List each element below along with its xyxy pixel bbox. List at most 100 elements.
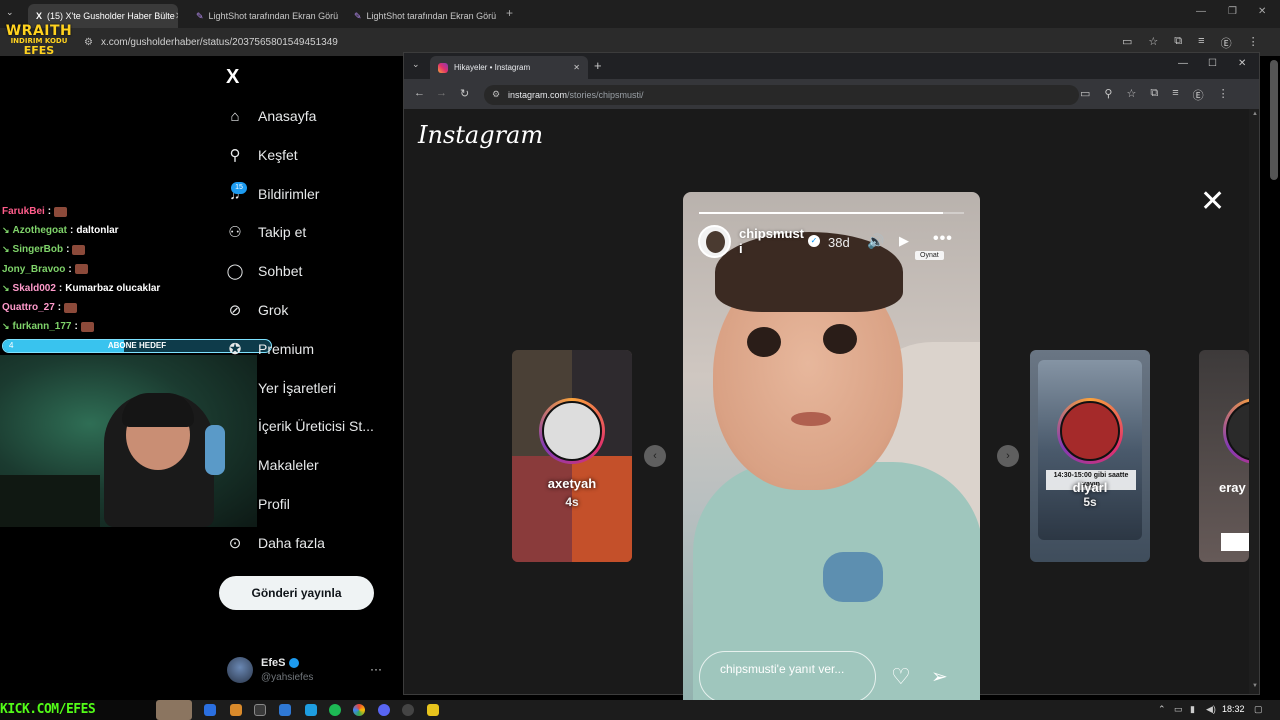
next-story-arrow[interactable]: › — [997, 445, 1019, 467]
tab-list-dropdown-icon[interactable]: ⌄ — [6, 7, 14, 18]
sidebar-item-chat-bubble[interactable]: ◯ Sohbet — [226, 258, 303, 284]
post-button[interactable]: Gönderi yayınla — [219, 576, 374, 610]
outer-tab-lightshot-1[interactable]: ✎ LightShot tarafından Ekran Görü ✕ — [188, 4, 338, 28]
active-story[interactable]: chipsmust i ✓ 38d 🔊 ▶ ••• Oynat chipsmus… — [683, 192, 980, 719]
sidebar-item-creator-studio[interactable]: İçerik Üreticisi St... — [226, 413, 374, 439]
chat-bubble-icon: ◯ — [226, 263, 244, 280]
discord-icon[interactable] — [378, 704, 390, 716]
window-close-button[interactable]: ✕ — [1258, 6, 1266, 17]
network-icon[interactable]: ▭ — [1174, 704, 1183, 715]
story-username[interactable]: chipsmust i — [739, 226, 809, 256]
extensions-icon[interactable]: ⧉ — [1150, 87, 1158, 103]
avatar — [1060, 401, 1120, 461]
maximize-button[interactable]: ☐ — [1208, 58, 1217, 69]
close-icon[interactable]: ✕ — [573, 63, 580, 72]
story-reply-input[interactable]: chipsmusti'e yanıt ver... — [699, 651, 876, 703]
spotify-icon[interactable] — [329, 704, 341, 716]
account-more-button[interactable]: ··· — [370, 662, 382, 676]
scroll-down-icon[interactable]: ▼ — [1252, 683, 1258, 689]
new-tab-button[interactable]: + — [594, 58, 602, 73]
new-tab-button[interactable]: + — [506, 6, 513, 20]
volume-icon[interactable]: ◀) — [1206, 704, 1216, 715]
taskbar-app-icon[interactable] — [254, 704, 266, 716]
zoom-icon[interactable]: ⚲ — [1104, 87, 1112, 103]
sidebar-item-premium[interactable]: ✪ Premium — [226, 336, 314, 362]
story-card-far[interactable]: eray — [1199, 350, 1249, 562]
outer-tab-lightshot-2[interactable]: ✎ LightShot tarafından Ekran Görü ✕ — [346, 4, 496, 28]
sidebar-item-grok[interactable]: ⊘ Grok — [226, 297, 289, 323]
bookmark-star-icon[interactable]: ☆ — [1126, 87, 1136, 103]
sidebar-item-more-circle[interactable]: ⊙ Daha fazla — [226, 530, 325, 556]
instagram-browser-window: ⌄ Hikayeler • Instagram ✕ + — ☐ ✕ ← → ↻ … — [403, 52, 1260, 719]
site-info-icon[interactable]: ⚙ — [492, 89, 500, 100]
inner-url-field[interactable]: ⚙ instagram.com/stories/chipsmusti/ — [484, 85, 1079, 105]
story-subject-mouth — [791, 412, 831, 426]
taskbar-app-icon[interactable] — [230, 704, 242, 716]
chat-message: Jony_Bravoo: — [2, 260, 202, 279]
window-close-button[interactable]: ✕ — [1238, 58, 1246, 69]
cast-icon[interactable]: ▭ — [1122, 35, 1132, 51]
tray-app-icon[interactable]: ▮ — [1190, 704, 1195, 715]
chrome-icon[interactable] — [353, 704, 365, 716]
menu-icon[interactable]: ⋮ — [1248, 35, 1259, 51]
maximize-button[interactable]: ❐ — [1228, 6, 1237, 17]
instagram-logo[interactable]: Instagram — [418, 121, 543, 149]
tab-instagram[interactable]: Hikayeler • Instagram ✕ — [430, 56, 588, 79]
scroll-up-icon[interactable]: ▲ — [1252, 111, 1258, 117]
tab-list-dropdown-icon[interactable]: ⌄ — [412, 59, 420, 70]
sound-icon[interactable]: 🔊 — [867, 233, 884, 250]
sidebar-item-bookmark[interactable]: Yer İşaretleri — [226, 375, 336, 401]
forward-arrow-icon[interactable]: → — [436, 87, 447, 99]
chat-username: furkann_177 — [12, 321, 72, 333]
notification-center-icon[interactable]: ▢ — [1254, 704, 1263, 715]
sidebar-item-articles[interactable]: Makaleler — [226, 452, 319, 478]
inner-tab-title: Hikayeler • Instagram — [454, 63, 531, 72]
minimize-button[interactable]: — — [1196, 6, 1206, 17]
heart-icon[interactable]: ♡ — [891, 664, 911, 690]
sidebar-item-profile[interactable]: Profil — [226, 491, 290, 517]
webcam-shelf — [0, 475, 100, 527]
back-arrow-icon[interactable]: ← — [414, 87, 425, 99]
profile-icon[interactable]: Ⓔ — [1221, 35, 1232, 51]
site-info-icon[interactable]: ⚙ — [84, 37, 93, 48]
profile-icon[interactable]: Ⓔ — [1193, 87, 1204, 103]
avatar[interactable] — [698, 225, 731, 258]
taskbar-app-icon[interactable] — [402, 704, 414, 716]
close-story-button[interactable]: ✕ — [1200, 187, 1225, 217]
more-options-icon[interactable]: ••• — [933, 230, 953, 248]
story-avatar-ring — [539, 398, 605, 464]
outer-scrollbar-thumb[interactable] — [1270, 60, 1278, 180]
play-icon[interactable]: ▶ — [899, 233, 909, 249]
extensions-icon[interactable]: ⧉ — [1174, 35, 1182, 51]
x-logo-icon[interactable]: X — [226, 66, 239, 89]
taskbar-app-icon[interactable] — [279, 704, 291, 716]
cast-icon[interactable]: ▭ — [1080, 87, 1090, 103]
taskbar-app-icon[interactable] — [427, 704, 439, 716]
taskbar-clock[interactable]: 18:32 — [1222, 704, 1245, 714]
minimize-button[interactable]: — — [1178, 58, 1188, 69]
tray-chevron-icon[interactable]: ⌃ — [1158, 704, 1166, 715]
close-icon[interactable]: ✕ — [175, 11, 178, 22]
sidebar-item-add-person[interactable]: ⚇ Takip et — [226, 219, 306, 245]
avatar[interactable] — [227, 657, 253, 683]
media-controls-icon[interactable]: ≡ — [1198, 35, 1204, 51]
bookmark-star-icon[interactable]: ☆ — [1148, 35, 1158, 51]
taskbar-app-icon[interactable] — [204, 704, 216, 716]
story-shirt-dino — [823, 552, 883, 602]
taskbar-app-icon[interactable] — [305, 704, 317, 716]
media-controls-icon[interactable]: ≡ — [1172, 87, 1178, 103]
sidebar-item-home[interactable]: ⌂ Anasayfa — [226, 103, 316, 129]
sidebar-item-search[interactable]: ⚲ Keşfet — [226, 142, 298, 168]
chat-badge-icon: ↘ — [2, 244, 10, 255]
share-icon[interactable]: ➢ — [931, 664, 948, 689]
menu-icon[interactable]: ⋮ — [1218, 87, 1229, 103]
outer-url-field[interactable]: ⚙ x.com/gusholderhaber/status/2037565801… — [84, 32, 1104, 52]
page-scrollbar[interactable]: ▲ ▼ — [1249, 109, 1259, 694]
story-card-previous[interactable]: axetyah 4s — [512, 350, 632, 562]
story-card-next[interactable]: 14:30-15:00 gibi saatte yayın diyarl 5s — [1030, 350, 1150, 562]
profile-name[interactable]: EfeS — [261, 657, 300, 669]
reload-icon[interactable]: ↻ — [460, 87, 469, 100]
previous-story-arrow[interactable]: ‹ — [644, 445, 666, 467]
windows-taskbar — [0, 700, 1280, 720]
chat-separator: : — [57, 302, 62, 314]
